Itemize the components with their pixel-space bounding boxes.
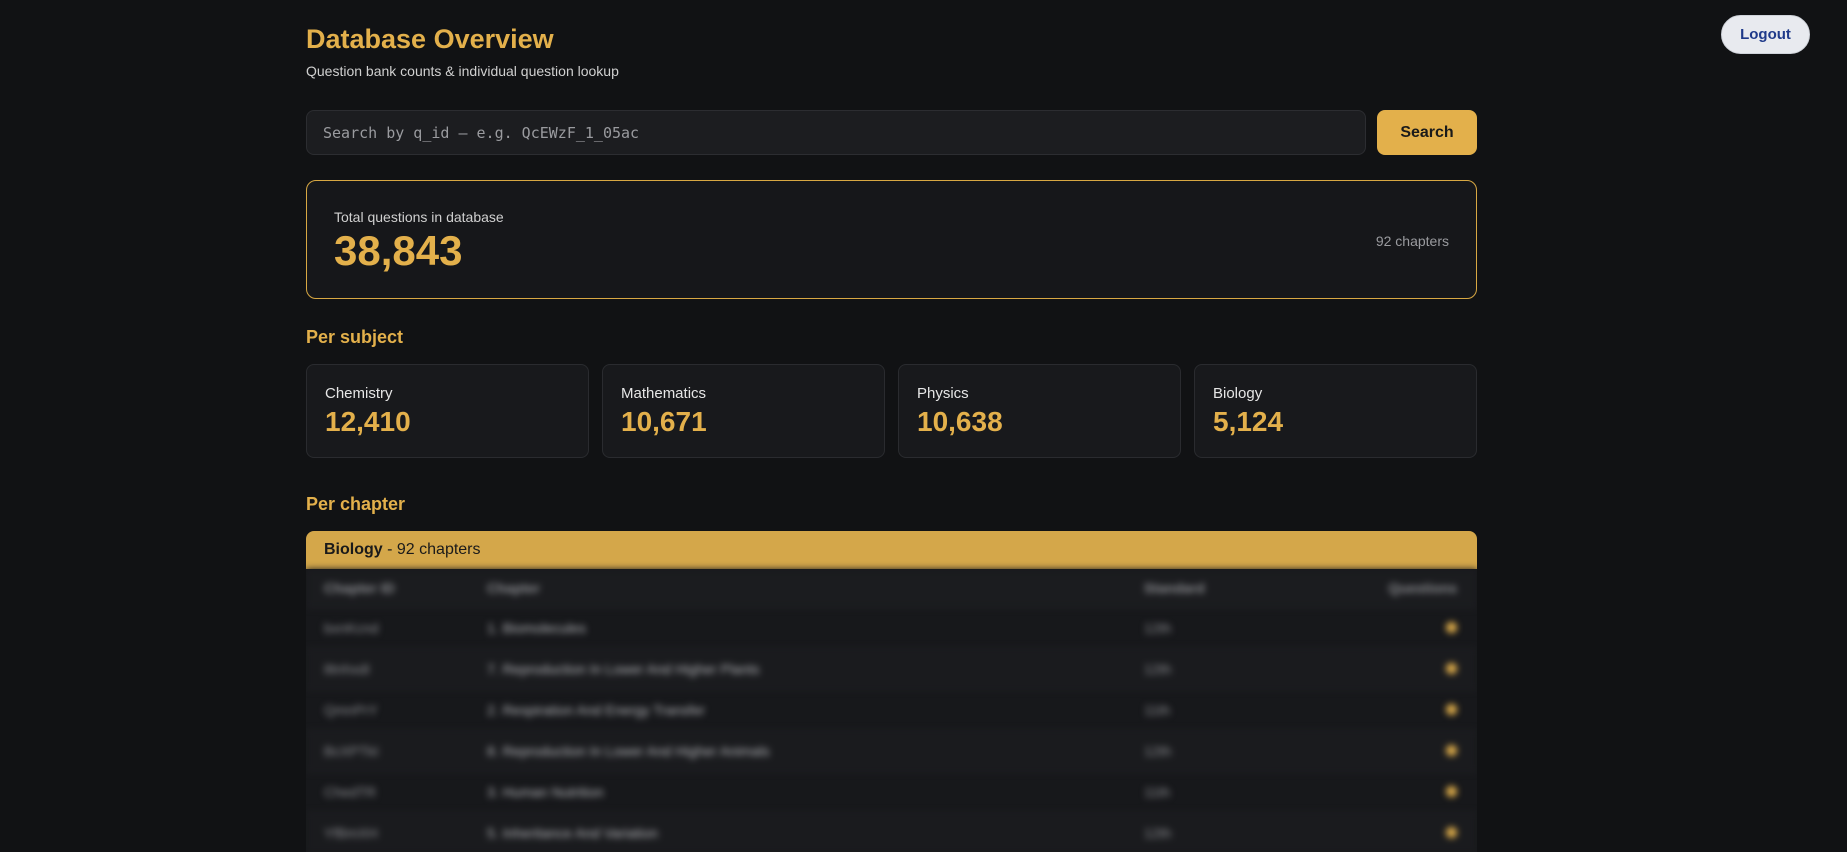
column-header-chapter: Chapter bbox=[487, 569, 1144, 607]
chapter-id: ChedTR bbox=[306, 770, 487, 812]
question-count-badge bbox=[1294, 811, 1477, 852]
table-row[interactable]: ChedTR 3. Human Nutrition 11th bbox=[306, 770, 1477, 812]
total-chapters-count: 92 chapters bbox=[1375, 233, 1449, 249]
search-button[interactable]: Search bbox=[1377, 110, 1477, 155]
chapter-standard: 12th bbox=[1144, 811, 1294, 852]
table-row[interactable]: BcXPTkI 8. Reproduction In Lower And Hig… bbox=[306, 729, 1477, 771]
logout-button[interactable]: Logout bbox=[1721, 15, 1810, 54]
dot-icon bbox=[1446, 662, 1457, 674]
subject-cards: Chemistry 12,410 Mathematics 10,671 Phys… bbox=[306, 364, 1477, 458]
chapter-name: 2. Respiration And Energy Transfer bbox=[487, 688, 1144, 730]
chapter-name: 1. Biomolecules bbox=[487, 606, 1144, 648]
chapter-id: 8tnhxdI bbox=[306, 647, 487, 689]
chapter-name: 5. Inheritance And Variation bbox=[487, 811, 1144, 852]
chapter-panel: Biology - 92 chapters Chapter ID Chapter… bbox=[306, 531, 1477, 852]
dot-icon bbox=[1446, 785, 1457, 797]
total-questions-card: Total questions in database 38,843 92 ch… bbox=[306, 180, 1477, 299]
subject-card-biology: Biology 5,124 bbox=[1194, 364, 1477, 458]
question-count-badge bbox=[1294, 606, 1477, 648]
question-count-badge bbox=[1294, 729, 1477, 771]
subject-count: 12,410 bbox=[325, 406, 411, 437]
table-row[interactable]: bxnKcnd 1. Biomolecules 12th bbox=[306, 606, 1477, 648]
dot-icon bbox=[1446, 621, 1457, 633]
page-title: Database Overview bbox=[306, 24, 554, 54]
column-header-chapter-id: Chapter ID bbox=[306, 569, 487, 607]
subject-count: 10,638 bbox=[917, 406, 1003, 437]
total-questions-label: Total questions in database bbox=[334, 209, 504, 225]
page: Logout Database Overview Question bank c… bbox=[0, 0, 1847, 852]
question-count-badge bbox=[1294, 770, 1477, 812]
table-row[interactable]: YfBmXH 5. Inheritance And Variation 12th bbox=[306, 811, 1477, 852]
subject-name: Mathematics bbox=[621, 385, 707, 402]
subject-card-physics: Physics 10,638 bbox=[898, 364, 1181, 458]
column-header-standard: Standard bbox=[1144, 569, 1294, 607]
chapter-standard: 12th bbox=[1144, 729, 1294, 771]
subject-name: Chemistry bbox=[325, 385, 393, 402]
chapter-standard: 12th bbox=[1144, 606, 1294, 648]
chapter-name: 3. Human Nutrition bbox=[487, 770, 1144, 812]
chapter-id: bxnKcnd bbox=[306, 606, 487, 648]
chapter-standard: 11th bbox=[1144, 770, 1294, 812]
chapter-id: BcXPTkI bbox=[306, 729, 487, 771]
subject-name: Physics bbox=[917, 385, 969, 402]
table-header-row: Chapter ID Chapter Standard Questions bbox=[306, 569, 1477, 607]
question-count-badge bbox=[1294, 688, 1477, 730]
table-row[interactable]: QmnPrY 2. Respiration And Energy Transfe… bbox=[306, 688, 1477, 730]
dot-icon bbox=[1446, 826, 1457, 838]
subject-card-chemistry: Chemistry 12,410 bbox=[306, 364, 589, 458]
question-count-badge bbox=[1294, 647, 1477, 689]
chapter-name: 8. Reproduction In Lower And Higher Anim… bbox=[487, 729, 1144, 771]
search-input[interactable] bbox=[306, 110, 1366, 155]
subject-count: 10,671 bbox=[621, 406, 707, 437]
dot-icon bbox=[1446, 703, 1457, 715]
chapter-id: QmnPrY bbox=[306, 688, 487, 730]
table-row[interactable]: 8tnhxdI 7. Reproduction In Lower And Hig… bbox=[306, 647, 1477, 689]
column-header-questions: Questions bbox=[1294, 569, 1477, 607]
dot-icon bbox=[1446, 744, 1457, 756]
chapter-table: Chapter ID Chapter Standard Questions bx… bbox=[306, 569, 1477, 852]
page-subtitle: Question bank counts & individual questi… bbox=[306, 63, 619, 79]
chapter-id: YfBmXH bbox=[306, 811, 487, 852]
total-questions-value: 38,843 bbox=[334, 227, 463, 274]
chapter-standard: 11th bbox=[1144, 688, 1294, 730]
chapter-group-subject: Biology bbox=[324, 541, 383, 558]
subject-name: Biology bbox=[1213, 385, 1263, 402]
chapter-group-count: - 92 chapters bbox=[387, 541, 481, 558]
per-subject-heading: Per subject bbox=[306, 327, 404, 347]
chapter-standard: 12th bbox=[1144, 647, 1294, 689]
chapter-group-header[interactable]: Biology - 92 chapters bbox=[306, 531, 1477, 569]
chapter-name: 7. Reproduction In Lower And Higher Plan… bbox=[487, 647, 1144, 689]
per-chapter-heading: Per chapter bbox=[306, 494, 406, 514]
subject-count: 5,124 bbox=[1213, 406, 1284, 437]
subject-card-mathematics: Mathematics 10,671 bbox=[602, 364, 885, 458]
